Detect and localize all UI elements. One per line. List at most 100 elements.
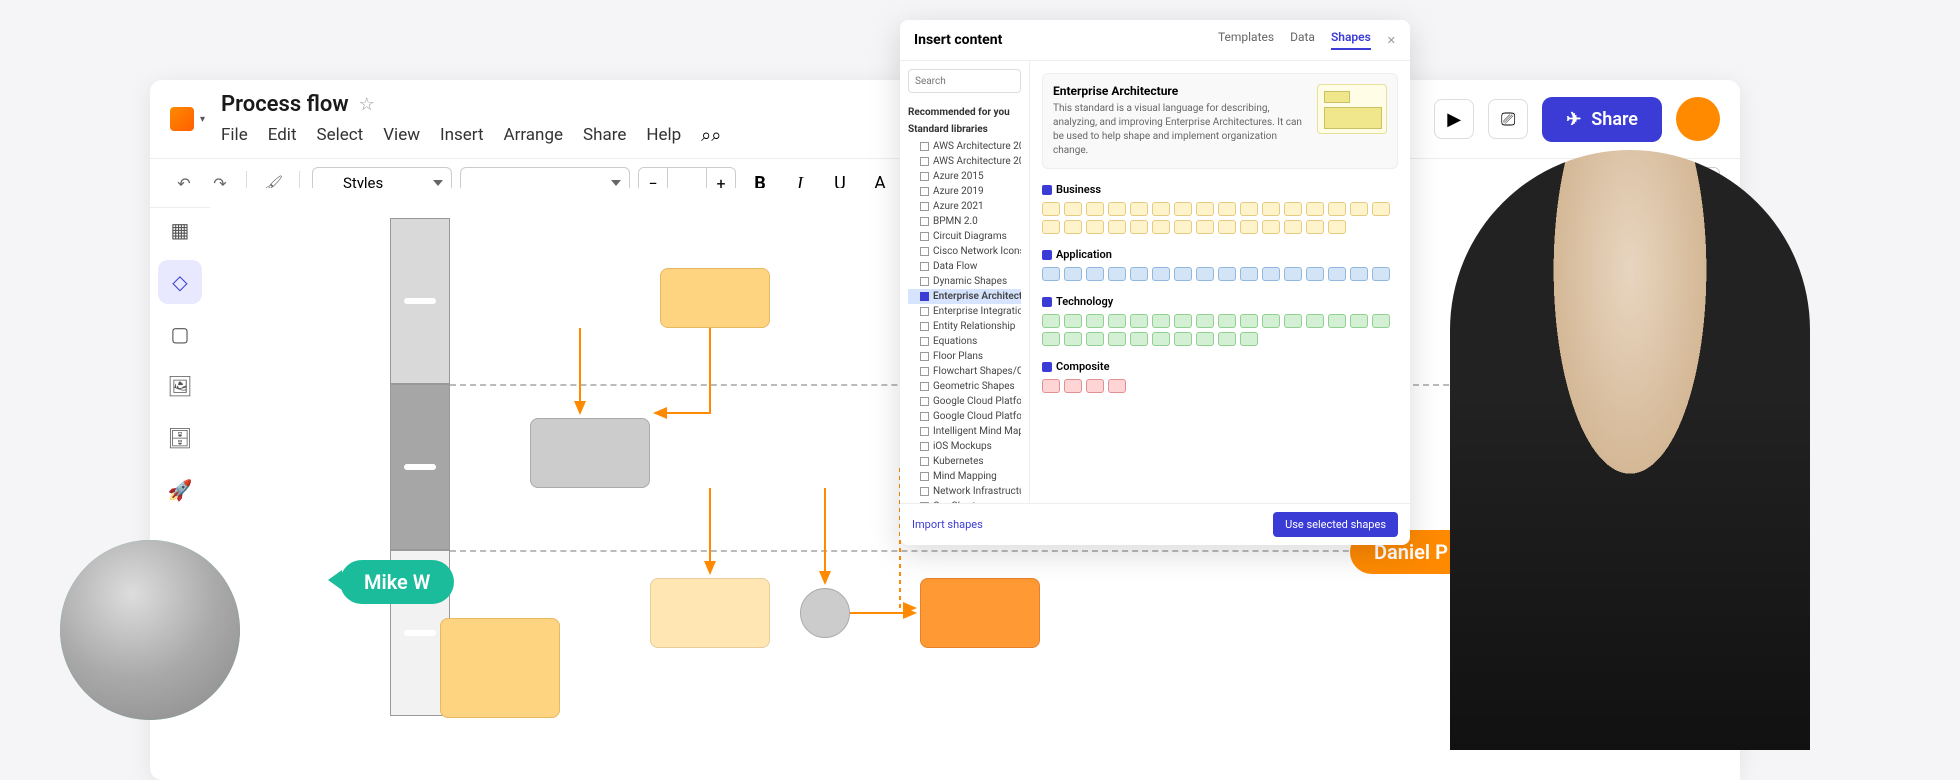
shape-swatch[interactable] [1306, 202, 1324, 216]
shape-swatch[interactable] [1130, 267, 1148, 281]
shape-swatch[interactable] [1130, 314, 1148, 328]
library-item[interactable]: Enterprise Architecture [908, 289, 1021, 304]
shape-swatch[interactable] [1108, 314, 1126, 328]
shape-swatch[interactable] [1218, 314, 1236, 328]
checkbox-icon[interactable] [1042, 297, 1052, 307]
shape-swatch[interactable] [1284, 267, 1302, 281]
tab-shapes[interactable]: Shapes [1331, 30, 1371, 50]
shape-swatch[interactable] [1042, 332, 1060, 346]
sidebar-container[interactable]: ▢ [158, 312, 202, 356]
import-shapes-link[interactable]: Import shapes [912, 518, 983, 531]
section-standard[interactable]: Standard libraries [908, 124, 1021, 135]
checkbox-icon[interactable] [920, 457, 929, 466]
shape-swatch[interactable] [1064, 314, 1082, 328]
library-item[interactable]: Circuit Diagrams [908, 229, 1021, 244]
shape-swatch[interactable] [1240, 202, 1258, 216]
library-item[interactable]: Equations [908, 334, 1021, 349]
shape-swatch[interactable] [1108, 202, 1126, 216]
shape-swatch[interactable] [1130, 220, 1148, 234]
shape-swatch[interactable] [1174, 267, 1192, 281]
flow-node-4[interactable] [800, 588, 850, 638]
star-icon[interactable]: ☆ [359, 94, 375, 115]
tab-data[interactable]: Data [1290, 30, 1315, 50]
library-item[interactable]: Cisco Network Icons [908, 244, 1021, 259]
library-item[interactable]: Dynamic Shapes [908, 274, 1021, 289]
shape-swatch[interactable] [1086, 220, 1104, 234]
library-item[interactable]: Geometric Shapes [908, 379, 1021, 394]
shape-swatch[interactable] [1350, 314, 1368, 328]
menu-share[interactable]: Share [583, 125, 626, 146]
shape-swatch[interactable] [1218, 202, 1236, 216]
checkbox-icon[interactable] [920, 262, 929, 271]
use-selected-shapes-button[interactable]: Use selected shapes [1273, 512, 1398, 537]
sidebar-image[interactable]: 🖼 [158, 364, 202, 408]
shape-swatch[interactable] [1152, 202, 1170, 216]
shape-swatch[interactable] [1218, 267, 1236, 281]
shape-swatch[interactable] [1174, 220, 1192, 234]
checkbox-icon[interactable] [920, 412, 929, 421]
shape-swatch[interactable] [1240, 314, 1258, 328]
shape-swatch[interactable] [1108, 267, 1126, 281]
checkbox-icon[interactable] [920, 202, 929, 211]
shape-swatch[interactable] [1350, 267, 1368, 281]
shape-swatch[interactable] [1108, 379, 1126, 393]
menu-select[interactable]: Select [317, 125, 364, 146]
record-button[interactable]: ⎚ [1488, 99, 1528, 139]
shape-swatch[interactable] [1240, 332, 1258, 346]
flow-node-3[interactable] [650, 578, 770, 648]
library-search-input[interactable] [908, 69, 1021, 93]
shape-swatch[interactable] [1064, 267, 1082, 281]
library-item[interactable]: Kubernetes [908, 454, 1021, 469]
share-button[interactable]: ✈ Share [1542, 97, 1662, 142]
shape-swatch[interactable] [1240, 267, 1258, 281]
shape-swatch[interactable] [1196, 220, 1214, 234]
shape-swatch[interactable] [1108, 332, 1126, 346]
menu-edit[interactable]: Edit [268, 125, 297, 146]
library-item[interactable]: Google Cloud Platform ... [908, 409, 1021, 424]
shape-swatch[interactable] [1284, 314, 1302, 328]
library-item[interactable]: Flowchart Shapes/Cont... [908, 364, 1021, 379]
library-item[interactable]: Enterprise Integration [908, 304, 1021, 319]
library-item[interactable]: Entity Relationship [908, 319, 1021, 334]
shape-swatch[interactable] [1086, 332, 1104, 346]
shape-swatch[interactable] [1372, 202, 1390, 216]
library-item[interactable]: Floor Plans [908, 349, 1021, 364]
shape-swatch[interactable] [1218, 332, 1236, 346]
user-avatar[interactable] [1676, 97, 1720, 141]
shape-swatch[interactable] [1262, 267, 1280, 281]
shape-swatch[interactable] [1306, 267, 1324, 281]
checkbox-icon[interactable] [920, 352, 929, 361]
library-item[interactable]: Google Cloud Platform ... [908, 394, 1021, 409]
shape-swatch[interactable] [1196, 202, 1214, 216]
shape-swatch[interactable] [1262, 202, 1280, 216]
shape-swatch[interactable] [1262, 220, 1280, 234]
checkbox-icon[interactable] [920, 337, 929, 346]
shape-swatch[interactable] [1042, 267, 1060, 281]
checkbox-icon[interactable] [920, 232, 929, 241]
flow-node-7[interactable] [440, 618, 560, 718]
checkbox-icon[interactable] [920, 322, 929, 331]
shape-swatch[interactable] [1042, 314, 1060, 328]
shape-swatch[interactable] [1086, 314, 1104, 328]
checkbox-icon[interactable] [920, 472, 929, 481]
library-item[interactable]: AWS Architecture 2021 [908, 154, 1021, 169]
tab-templates[interactable]: Templates [1218, 30, 1274, 50]
shape-swatch[interactable] [1152, 332, 1170, 346]
checkbox-icon[interactable] [920, 427, 929, 436]
flow-node-1[interactable] [660, 268, 770, 328]
menu-file[interactable]: File [221, 125, 248, 146]
shape-swatch[interactable] [1152, 220, 1170, 234]
shape-swatch[interactable] [1086, 267, 1104, 281]
logo-dropdown[interactable]: ▾ [170, 107, 205, 131]
checkbox-icon[interactable] [920, 172, 929, 181]
shape-swatch[interactable] [1284, 220, 1302, 234]
library-item[interactable]: Azure 2015 [908, 169, 1021, 184]
shape-swatch[interactable] [1152, 314, 1170, 328]
shape-swatch[interactable] [1196, 332, 1214, 346]
shape-swatch[interactable] [1350, 202, 1368, 216]
present-button[interactable]: ▶ [1434, 99, 1474, 139]
flow-node-2[interactable] [530, 418, 650, 488]
checkbox-icon[interactable] [920, 187, 929, 196]
library-item[interactable]: AWS Architecture 2019 [908, 139, 1021, 154]
library-item[interactable]: Data Flow [908, 259, 1021, 274]
